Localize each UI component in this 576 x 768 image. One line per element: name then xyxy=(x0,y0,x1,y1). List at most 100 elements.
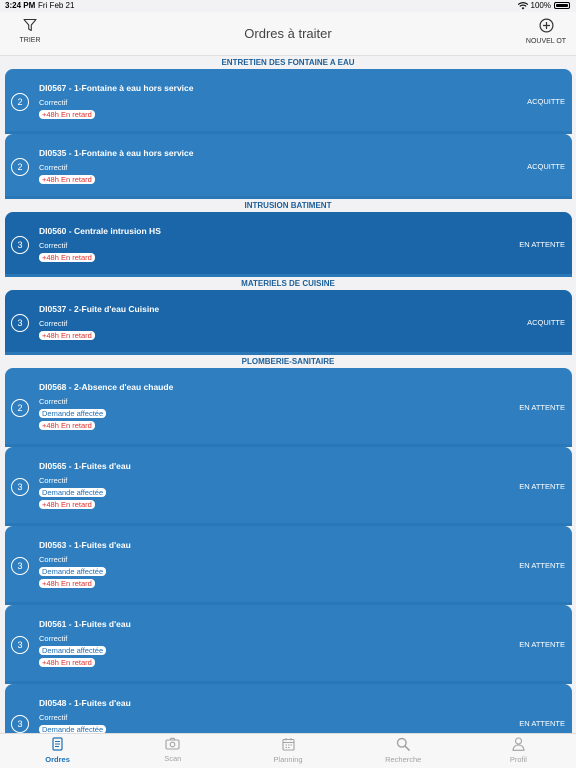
work-order-card[interactable]: 3 DI0548 - 1-Fuites d'eau Correctif Demande… xyxy=(5,684,572,733)
work-order-card[interactable]: 3 DI0565 - 1-Fuites d'eau Correctif Demande… xyxy=(5,447,572,526)
late-tag: +48h En retard xyxy=(39,253,95,262)
tab-label: Ordres xyxy=(45,755,70,764)
tag-list: +48h En retard xyxy=(39,107,482,119)
work-order-type: Correctif xyxy=(39,98,68,107)
tag-list: Demande affectée +48h En retard xyxy=(39,406,482,430)
tag-list: Demande affectée xyxy=(39,722,482,733)
priority-badge: 2 xyxy=(11,399,29,417)
status-label: EN ATTENTE xyxy=(519,640,565,649)
card-divider xyxy=(5,274,572,277)
card-body: DI0537 - 2-Fuite d'eau Cuisine Correctif +… xyxy=(39,304,482,340)
priority-badge: 3 xyxy=(11,715,29,733)
navigation-bar: TRIER Ordres à traiter NOUVEL OT xyxy=(0,12,576,56)
tab-profil[interactable]: Profil xyxy=(461,734,576,768)
camera-icon xyxy=(115,737,230,750)
work-order-title: DI0548 - 1-Fuites d'eau xyxy=(39,698,131,708)
status-label: ACQUITTE xyxy=(527,318,565,327)
card-body: DI0568 - 2-Absence d'eau chaude Correctif… xyxy=(39,382,482,430)
priority-badge: 3 xyxy=(11,557,29,575)
battery-percent: 100% xyxy=(530,1,551,10)
search-icon xyxy=(346,737,461,751)
status-label: ACQUITTE xyxy=(527,97,565,106)
assigned-tag: Demande affectée xyxy=(39,725,107,733)
calendar-icon xyxy=(230,737,345,751)
status-bar: 3:24 PM Fri Feb 21 100% xyxy=(0,0,576,12)
status-label: EN ATTENTE xyxy=(519,482,565,491)
tag-list: +48h En retard xyxy=(39,250,482,262)
person-icon xyxy=(461,737,576,751)
card-body: DI0567 - 1-Fontaine à eau hors service Co… xyxy=(39,83,482,119)
priority-badge: 2 xyxy=(11,158,29,176)
tab-bar: Ordres Scan Planning Recherche Profil xyxy=(0,733,576,768)
status-right: 100% xyxy=(517,1,570,10)
work-order-title: DI0537 - 2-Fuite d'eau Cuisine xyxy=(39,304,160,314)
section-header: ENTRETIEN DES FONTAINE A EAU xyxy=(0,56,576,69)
tab-recherche[interactable]: Recherche xyxy=(346,734,461,768)
late-tag: +48h En retard xyxy=(39,500,95,509)
work-order-type: Correctif xyxy=(39,241,68,250)
work-order-card[interactable]: 3 DI0537 - 2-Fuite d'eau Cuisine Correctif… xyxy=(5,290,572,355)
work-order-title: DI0563 - 1-Fuites d'eau xyxy=(39,540,131,550)
tag-list: +48h En retard xyxy=(39,328,482,340)
tag-list: Demande affectée +48h En retard xyxy=(39,485,482,509)
work-order-title: DI0568 - 2-Absence d'eau chaude xyxy=(39,382,174,392)
plus-circle-icon xyxy=(538,18,554,33)
tab-ordres[interactable]: Ordres xyxy=(0,734,115,768)
assigned-tag: Demande affectée xyxy=(39,646,107,655)
assigned-tag: Demande affectée xyxy=(39,567,107,576)
status-label: EN ATTENTE xyxy=(519,403,565,412)
work-order-title: DI0565 - 1-Fuites d'eau xyxy=(39,461,131,471)
priority-badge: 3 xyxy=(11,636,29,654)
tag-list: Demande affectée +48h En retard xyxy=(39,564,482,588)
status-label: EN ATTENTE xyxy=(519,561,565,570)
status-time: 3:24 PM xyxy=(5,1,36,10)
priority-badge: 3 xyxy=(11,236,29,254)
late-tag: +48h En retard xyxy=(39,421,95,430)
work-order-card[interactable]: 2 DI0567 - 1-Fontaine à eau hors service C… xyxy=(5,69,572,134)
card-body: DI0561 - 1-Fuites d'eau Correctif Demande … xyxy=(39,619,482,667)
work-order-card[interactable]: 2 DI0535 - 1-Fontaine à eau hors service C… xyxy=(5,134,572,199)
tag-list: Demande affectée +48h En retard xyxy=(39,643,482,667)
document-icon xyxy=(0,737,115,751)
work-order-card[interactable]: 3 DI0563 - 1-Fuites d'eau Correctif Demande… xyxy=(5,526,572,605)
status-label: EN ATTENTE xyxy=(519,719,565,728)
tab-label: Scan xyxy=(164,754,182,763)
work-order-title: DI0560 - Centrale intrusion HS xyxy=(39,226,161,236)
work-order-list[interactable]: ENTRETIEN DES FONTAINE A EAU 2 DI0567 - 1-… xyxy=(0,56,576,733)
tag-list: +48h En retard xyxy=(39,172,482,184)
new-work-order-button[interactable]: NOUVEL OT xyxy=(511,18,576,45)
late-tag: +48h En retard xyxy=(39,658,95,667)
tab-label: Planning xyxy=(273,755,303,764)
wifi-icon xyxy=(517,1,528,9)
card-divider xyxy=(5,196,572,199)
tab-label: Profil xyxy=(509,755,527,764)
late-tag: +48h En retard xyxy=(39,579,95,588)
assigned-tag: Demande affectée xyxy=(39,409,107,418)
work-order-type: Correctif xyxy=(39,713,68,722)
battery-icon xyxy=(554,2,570,9)
card-body: DI0563 - 1-Fuites d'eau Correctif Demande … xyxy=(39,540,482,588)
work-order-card[interactable]: 3 DI0560 - Centrale intrusion HS Correctif… xyxy=(5,212,572,277)
priority-badge: 2 xyxy=(11,93,29,111)
section-header: INTRUSION BATIMENT xyxy=(0,199,576,212)
tab-planning[interactable]: Planning xyxy=(230,734,345,768)
status-label: ACQUITTE xyxy=(527,162,565,171)
late-tag: +48h En retard xyxy=(39,110,95,119)
work-order-card[interactable]: 2 DI0568 - 2-Absence d'eau chaude Correcti… xyxy=(5,368,572,447)
work-order-card[interactable]: 3 DI0561 - 1-Fuites d'eau Correctif Demande… xyxy=(5,605,572,684)
work-order-type: Correctif xyxy=(39,397,68,406)
assigned-tag: Demande affectée xyxy=(39,488,107,497)
tab-scan[interactable]: Scan xyxy=(115,734,230,768)
status-label: EN ATTENTE xyxy=(519,240,565,249)
work-order-type: Correctif xyxy=(39,163,68,172)
late-tag: +48h En retard xyxy=(39,175,95,184)
card-divider xyxy=(5,352,572,355)
section-header: MATERIELS DE CUISINE xyxy=(0,277,576,290)
late-tag: +48h En retard xyxy=(39,331,95,340)
work-order-title: DI0561 - 1-Fuites d'eau xyxy=(39,619,131,629)
work-order-type: Correctif xyxy=(39,555,68,564)
work-order-title: DI0535 - 1-Fontaine à eau hors service xyxy=(39,148,194,158)
status-date: Fri Feb 21 xyxy=(38,1,75,10)
card-body: DI0565 - 1-Fuites d'eau Correctif Demande … xyxy=(39,461,482,509)
page-title: Ordres à traiter xyxy=(244,26,332,41)
